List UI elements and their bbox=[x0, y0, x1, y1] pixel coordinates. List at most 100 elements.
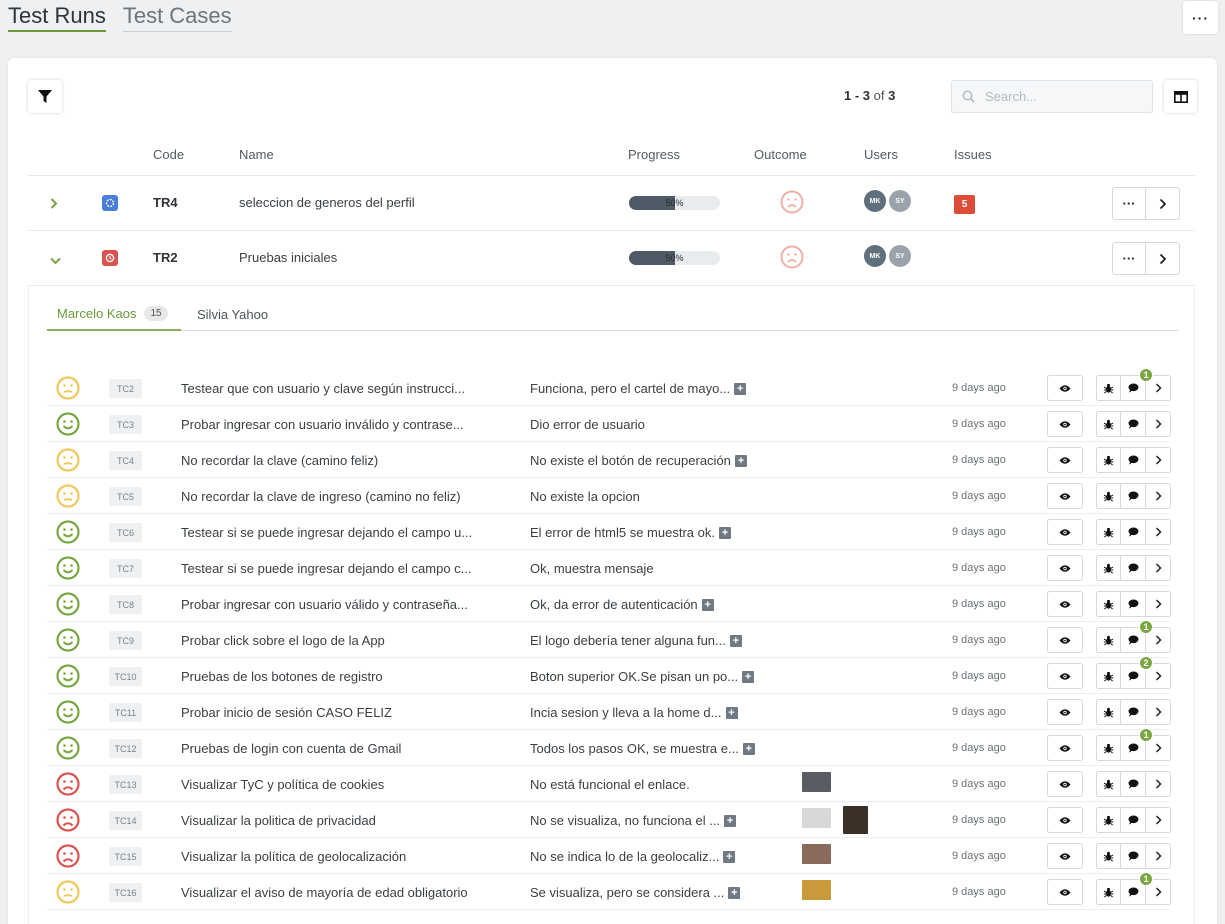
run-row[interactable]: TR2 Pruebas iniciales 50% MK SY ··· bbox=[28, 231, 1195, 286]
open-case-button[interactable] bbox=[1146, 843, 1171, 869]
expand-plus-icon[interactable]: + bbox=[718, 526, 731, 539]
open-case-button[interactable] bbox=[1146, 591, 1171, 617]
report-bug-button[interactable] bbox=[1096, 735, 1121, 761]
run-more-button[interactable]: ··· bbox=[1112, 242, 1146, 275]
test-case-row[interactable]: TC11 Probar inicio de sesión CASO FELIZ … bbox=[47, 694, 1171, 730]
comments-button[interactable] bbox=[1121, 807, 1146, 833]
test-case-row[interactable]: TC13 Visualizar TyC y política de cookie… bbox=[47, 766, 1171, 802]
test-case-name[interactable]: Visualizar la política de geolocalizació… bbox=[181, 849, 406, 864]
tab-test-cases[interactable]: Test Cases bbox=[122, 4, 232, 32]
expand-plus-icon[interactable]: + bbox=[742, 742, 755, 755]
tab-user-marcelo[interactable]: Marcelo Kaos 15 bbox=[47, 298, 181, 331]
test-case-name[interactable]: Pruebas de los botones de registro bbox=[181, 669, 383, 684]
test-case-name[interactable]: Visualizar la politica de privacidad bbox=[181, 813, 376, 828]
attachment-thumbnail[interactable] bbox=[802, 808, 831, 828]
test-case-name[interactable]: Pruebas de login con cuenta de Gmail bbox=[181, 741, 401, 756]
comments-button[interactable] bbox=[1121, 483, 1146, 509]
tab-user-silvia[interactable]: Silvia Yahoo bbox=[187, 298, 278, 331]
filter-button[interactable] bbox=[28, 80, 62, 113]
view-button[interactable] bbox=[1047, 879, 1083, 905]
columns-button[interactable] bbox=[1164, 80, 1197, 113]
avatar[interactable]: MK bbox=[864, 245, 886, 267]
header-users[interactable]: Users bbox=[864, 147, 898, 162]
open-run-button[interactable] bbox=[1146, 187, 1180, 220]
open-case-button[interactable] bbox=[1146, 519, 1171, 545]
comments-button[interactable] bbox=[1121, 843, 1146, 869]
view-button[interactable] bbox=[1047, 663, 1083, 689]
test-case-name[interactable]: Probar ingresar con usuario inválido y c… bbox=[181, 417, 464, 432]
report-bug-button[interactable] bbox=[1096, 483, 1121, 509]
report-bug-button[interactable] bbox=[1096, 447, 1121, 473]
issues-badge[interactable]: 5 bbox=[954, 195, 975, 214]
view-button[interactable] bbox=[1047, 843, 1083, 869]
search-box[interactable] bbox=[951, 80, 1153, 113]
test-case-name[interactable]: Probar inicio de sesión CASO FELIZ bbox=[181, 705, 392, 720]
comments-button[interactable]: 1 bbox=[1121, 620, 1153, 653]
report-bug-button[interactable] bbox=[1096, 807, 1121, 833]
avatar[interactable]: SY bbox=[889, 245, 911, 267]
comments-button[interactable] bbox=[1121, 555, 1146, 581]
report-bug-button[interactable] bbox=[1096, 663, 1121, 689]
view-button[interactable] bbox=[1047, 447, 1083, 473]
comments-button[interactable] bbox=[1121, 699, 1146, 725]
run-name[interactable]: Pruebas iniciales bbox=[239, 250, 337, 265]
test-case-row[interactable]: TC10 Pruebas de los botones de registro … bbox=[47, 656, 1171, 694]
test-case-row[interactable]: TC7 Testear si se puede ingresar dejando… bbox=[47, 550, 1171, 586]
open-case-button[interactable] bbox=[1146, 483, 1171, 509]
open-case-button[interactable] bbox=[1146, 771, 1171, 797]
expand-plus-icon[interactable]: + bbox=[724, 814, 737, 827]
test-case-row[interactable]: TC15 Visualizar la política de geolocali… bbox=[47, 838, 1171, 874]
report-bug-button[interactable] bbox=[1096, 375, 1121, 401]
test-case-row[interactable]: TC2 Testear que con usuario y clave segú… bbox=[47, 368, 1171, 406]
avatar[interactable]: SY bbox=[889, 190, 911, 212]
test-case-row[interactable]: TC16 Visualizar el aviso de mayoría de e… bbox=[47, 872, 1171, 910]
expand-plus-icon[interactable]: + bbox=[723, 850, 736, 863]
comments-button[interactable] bbox=[1121, 591, 1146, 617]
test-case-name[interactable]: Testear si se puede ingresar dejando el … bbox=[181, 561, 472, 576]
test-case-name[interactable]: Testear si se puede ingresar dejando el … bbox=[181, 525, 472, 540]
report-bug-button[interactable] bbox=[1096, 699, 1121, 725]
comments-button[interactable] bbox=[1121, 519, 1146, 545]
view-button[interactable] bbox=[1047, 555, 1083, 581]
comments-button[interactable]: 1 bbox=[1121, 368, 1153, 401]
attachment-thumbnail[interactable] bbox=[843, 806, 868, 834]
test-case-row[interactable]: TC9 Probar click sobre el logo de la App… bbox=[47, 620, 1171, 658]
open-case-button[interactable] bbox=[1146, 411, 1171, 437]
tab-test-runs[interactable]: Test Runs bbox=[8, 4, 106, 32]
test-case-row[interactable]: TC14 Visualizar la politica de privacida… bbox=[47, 802, 1171, 838]
comments-button[interactable]: 1 bbox=[1121, 728, 1153, 761]
attachment-thumbnail[interactable] bbox=[802, 772, 831, 792]
comments-button[interactable] bbox=[1121, 411, 1146, 437]
expand-plus-icon[interactable]: + bbox=[701, 598, 714, 611]
expand-plus-icon[interactable]: + bbox=[728, 886, 741, 899]
run-more-button[interactable]: ··· bbox=[1112, 187, 1146, 220]
comments-button[interactable]: 2 bbox=[1121, 656, 1153, 689]
test-case-row[interactable]: TC12 Pruebas de login con cuenta de Gmai… bbox=[47, 728, 1171, 766]
view-button[interactable] bbox=[1047, 699, 1083, 725]
test-case-name[interactable]: No recordar la clave (camino feliz) bbox=[181, 453, 378, 468]
chevron-right-icon[interactable] bbox=[50, 196, 58, 212]
test-case-name[interactable]: Visualizar TyC y política de cookies bbox=[181, 777, 384, 792]
expand-plus-icon[interactable]: + bbox=[734, 454, 747, 467]
open-case-button[interactable] bbox=[1146, 555, 1171, 581]
test-case-row[interactable]: TC6 Testear si se puede ingresar dejando… bbox=[47, 514, 1171, 550]
expand-plus-icon[interactable]: + bbox=[729, 634, 742, 647]
report-bug-button[interactable] bbox=[1096, 843, 1121, 869]
open-case-button[interactable] bbox=[1146, 447, 1171, 473]
expand-plus-icon[interactable]: + bbox=[725, 706, 738, 719]
test-case-row[interactable]: TC5 No recordar la clave de ingreso (cam… bbox=[47, 478, 1171, 514]
run-row[interactable]: TR4 seleccion de generos del perfil 50% … bbox=[28, 176, 1195, 231]
view-button[interactable] bbox=[1047, 519, 1083, 545]
report-bug-button[interactable] bbox=[1096, 591, 1121, 617]
view-button[interactable] bbox=[1047, 375, 1083, 401]
test-case-row[interactable]: TC4 No recordar la clave (camino feliz) … bbox=[47, 442, 1171, 478]
view-button[interactable] bbox=[1047, 483, 1083, 509]
open-case-button[interactable] bbox=[1146, 699, 1171, 725]
run-name[interactable]: seleccion de generos del perfil bbox=[239, 195, 415, 210]
view-button[interactable] bbox=[1047, 771, 1083, 797]
view-button[interactable] bbox=[1047, 411, 1083, 437]
expand-plus-icon[interactable]: + bbox=[734, 382, 747, 395]
header-issues[interactable]: Issues bbox=[954, 147, 992, 162]
report-bug-button[interactable] bbox=[1096, 411, 1121, 437]
test-case-name[interactable]: Probar ingresar con usuario válido y con… bbox=[181, 597, 468, 612]
